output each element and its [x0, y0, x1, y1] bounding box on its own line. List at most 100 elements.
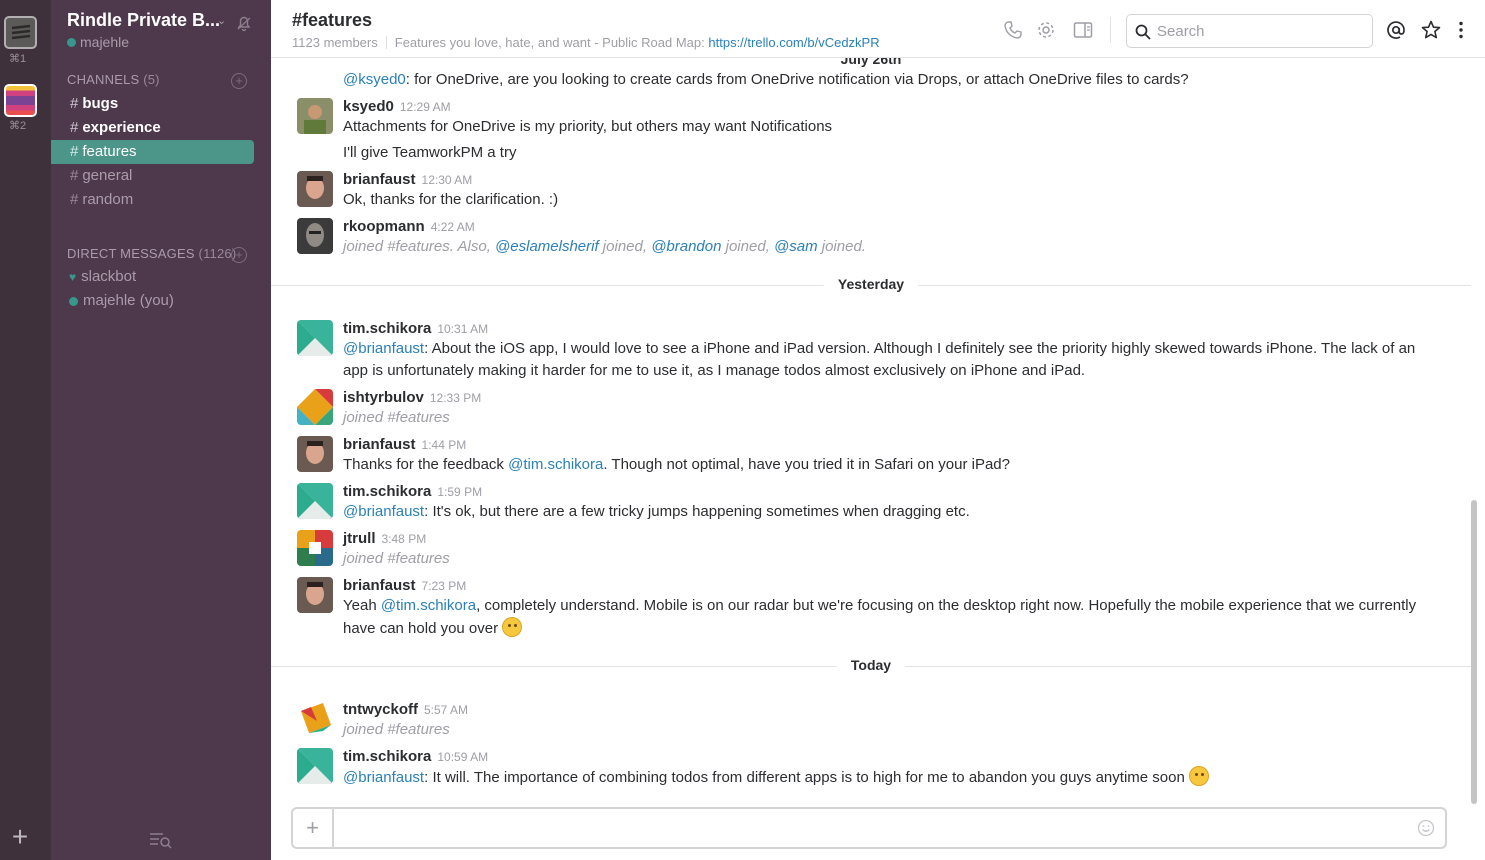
message-author[interactable]: brianfaust 7:23 PM [343, 577, 466, 594]
sidebar: Rindle Private B... ⌄ majehle CHANNELS (… [51, 0, 271, 860]
dm-slackbot[interactable]: ♥ slackbot [51, 265, 136, 289]
message-input[interactable] [345, 818, 1405, 838]
message-text: Thanks for the feedback @tim.schikora. T… [343, 454, 1443, 476]
member-count[interactable]: 1123 members [292, 35, 378, 50]
sidebar-item-bugs[interactable]: # bugs [51, 92, 254, 116]
avatar[interactable] [297, 171, 333, 207]
avatar[interactable] [297, 483, 333, 519]
team-rindle-icon[interactable] [4, 16, 37, 49]
message-text-part: Yeah [343, 597, 381, 614]
roadmap-link[interactable]: https://trello.com/b/vCedzkPR [708, 35, 879, 50]
dm-name: majehle (you) [83, 292, 174, 309]
dm-majehle[interactable]: majehle (you) [51, 289, 174, 313]
current-user[interactable]: majehle [67, 34, 129, 50]
avatar[interactable] [297, 320, 333, 356]
message-text: joined #features [343, 550, 450, 567]
attach-button[interactable]: + [293, 809, 334, 847]
avatar[interactable] [297, 98, 333, 134]
user-mention[interactable]: @brianfaust [343, 503, 424, 520]
current-user-name: majehle [80, 34, 130, 50]
quick-switcher-icon[interactable] [149, 830, 173, 850]
channel-header: #features 1123 members Features you love,… [271, 0, 1485, 58]
more-menu-icon[interactable] [1451, 20, 1471, 40]
user-mention[interactable]: @eslamelsherif [495, 238, 599, 255]
message-author[interactable]: tntwyckoff 5:57 AM [343, 701, 468, 718]
user-mention[interactable]: @brianfaust [343, 769, 424, 786]
avatar[interactable] [297, 218, 333, 254]
direct-messages-header[interactable]: DIRECT MESSAGES (1126) [67, 246, 236, 261]
sidebar-item-experience[interactable]: # experience [51, 116, 254, 140]
chevron-down-icon[interactable]: ⌄ [217, 14, 226, 27]
user-mention[interactable]: @ksyed0 [343, 71, 406, 88]
timestamp[interactable]: 12:30 AM [422, 173, 473, 187]
author-name: tim.schikora [343, 483, 432, 500]
author-name: ksyed0 [343, 98, 394, 115]
mentions-icon[interactable] [1386, 20, 1406, 40]
timestamp[interactable]: 12:33 PM [430, 391, 481, 405]
message-text: @brianfaust: It will. The importance of … [343, 766, 1443, 789]
avatar[interactable] [297, 577, 333, 613]
timestamp[interactable]: 10:59 AM [437, 750, 488, 764]
add-dm-button[interactable]: + [231, 247, 247, 263]
team-name[interactable]: Rindle Private B... [67, 10, 220, 31]
timestamp[interactable]: 12:29 AM [400, 100, 451, 114]
message-scrollbar[interactable] [1471, 500, 1477, 804]
message-author[interactable]: jtrull 3:48 PM [343, 530, 426, 547]
author-name: rkoopmann [343, 218, 425, 235]
bell-icon[interactable] [235, 14, 253, 32]
user-mention[interactable]: @brandon [651, 238, 721, 255]
team-switcher: ⌘1 ⌘2 + [0, 0, 51, 860]
message-author[interactable]: tim.schikora 1:59 PM [343, 483, 482, 500]
avatar[interactable] [297, 389, 333, 425]
user-mention[interactable]: @sam [774, 238, 818, 255]
timestamp[interactable]: 5:57 AM [424, 703, 468, 717]
channel-title[interactable]: #features [292, 10, 372, 31]
timestamp[interactable]: 7:23 PM [422, 579, 467, 593]
message-text-part: Thanks for the feedback [343, 456, 509, 473]
sidebar-item-features[interactable]: # features [51, 140, 254, 164]
user-mention[interactable]: @brianfaust [343, 340, 424, 357]
sidebar-item-random[interactable]: # random [51, 188, 254, 212]
avatar[interactable] [297, 436, 333, 472]
channels-header[interactable]: CHANNELS (5) [67, 72, 160, 87]
channel-view: #features 1123 members Features you love,… [271, 0, 1485, 860]
timestamp[interactable]: 1:59 PM [437, 485, 482, 499]
gear-icon[interactable] [1036, 20, 1056, 40]
search-box[interactable] [1126, 14, 1373, 48]
avatar-timschikora-icon [297, 748, 333, 784]
message-text-part: : About the iOS app, I would love to see… [343, 340, 1416, 379]
avatar[interactable] [297, 530, 333, 566]
message-author[interactable]: ishtyrbulov 12:33 PM [343, 389, 481, 406]
join-text: joined, [598, 238, 652, 255]
author-name: brianfaust [343, 171, 416, 188]
message-author[interactable]: tim.schikora 10:59 AM [343, 748, 488, 765]
emoji-picker-icon[interactable] [1417, 819, 1435, 837]
user-mention[interactable]: @tim.schikora [381, 597, 476, 614]
timestamp[interactable]: 3:48 PM [382, 532, 427, 546]
team1-shortcut: ⌘1 [9, 53, 27, 65]
timestamp[interactable]: 1:44 PM [422, 438, 467, 452]
sidebar-toggle-icon[interactable] [1073, 20, 1093, 40]
user-mention[interactable]: @tim.schikora [508, 456, 603, 473]
channel-name: bugs [82, 95, 119, 112]
avatar[interactable] [297, 748, 333, 784]
team-second-icon[interactable] [4, 84, 37, 117]
star-icon[interactable] [1421, 20, 1441, 40]
message-author[interactable]: brianfaust 12:30 AM [343, 171, 472, 188]
team2-shortcut: ⌘2 [9, 120, 27, 132]
message-text-part: : for OneDrive, are you looking to creat… [405, 71, 1189, 88]
message-author[interactable]: ksyed0 12:29 AM [343, 98, 451, 115]
phone-icon[interactable] [1003, 20, 1023, 40]
add-channel-button[interactable]: + [231, 73, 247, 89]
timestamp[interactable]: 10:31 AM [437, 322, 488, 336]
avatar-jtrull-icon [297, 530, 333, 566]
avatar[interactable] [297, 701, 333, 737]
message-author[interactable]: tim.schikora 10:31 AM [343, 320, 488, 337]
sidebar-item-general[interactable]: # general [51, 164, 254, 188]
message-author[interactable]: rkoopmann 4:22 AM [343, 218, 475, 235]
search-input[interactable] [1157, 22, 1357, 40]
timestamp[interactable]: 4:22 AM [431, 220, 475, 234]
add-team-button[interactable]: + [8, 823, 32, 851]
join-text: joined. [817, 238, 866, 255]
message-author[interactable]: brianfaust 1:44 PM [343, 436, 466, 453]
